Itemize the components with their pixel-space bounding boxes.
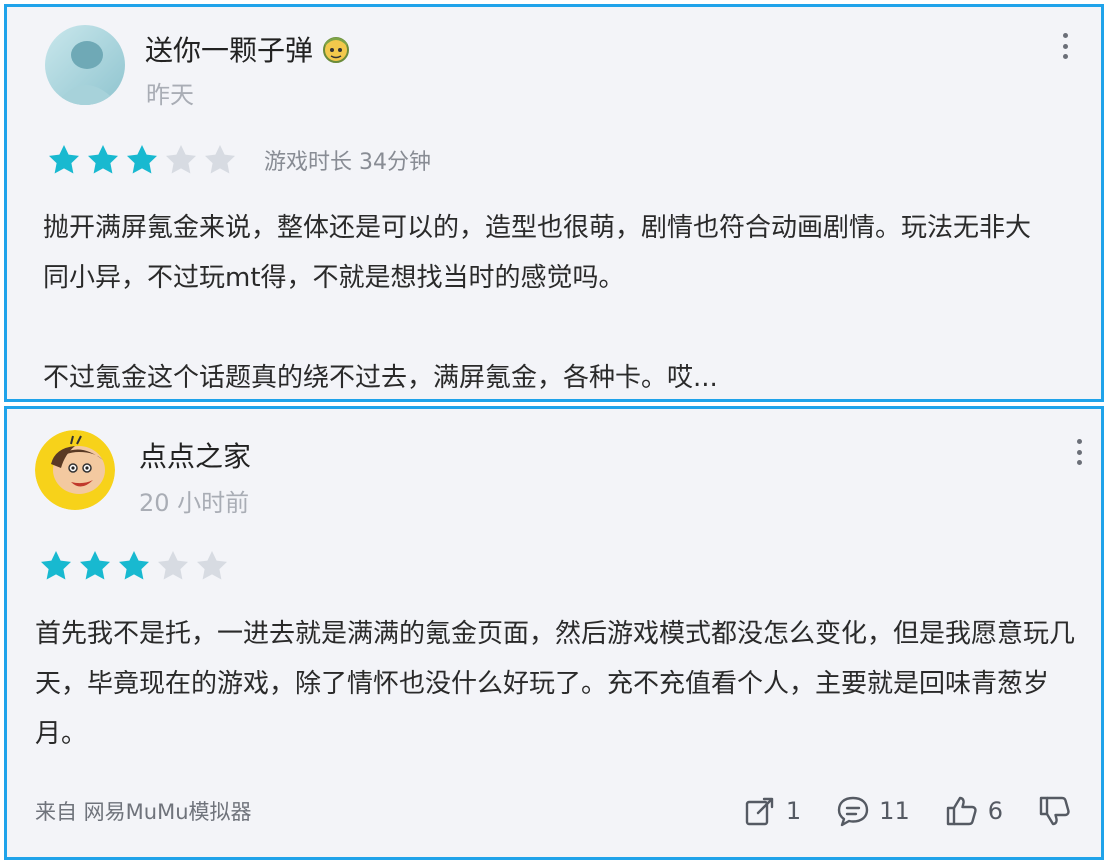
- thumbs-down-icon: [1039, 796, 1070, 826]
- post-time: 20 小时前: [139, 489, 250, 517]
- comment-icon: [837, 796, 869, 827]
- star-empty-icon: [205, 145, 235, 174]
- more-options-icon[interactable]: [1059, 33, 1071, 59]
- star-filled-icon: [88, 145, 118, 174]
- like-button[interactable]: 6: [944, 793, 1003, 829]
- source-label: 来自 网易MuMu模拟器: [35, 800, 252, 824]
- dislike-button[interactable]: [1037, 793, 1081, 829]
- review-paragraph: 不过氪金这个话题真的绕不过去，满屏氪金，各种卡。哎...: [43, 363, 718, 393]
- username-text: 点点之家: [139, 440, 252, 473]
- star-empty-icon: [197, 551, 227, 580]
- comment-count: 11: [879, 797, 910, 825]
- review-paragraph: 首先我不是托，一进去就是满满的氪金页面，然后游戏模式都没怎么变化，但是我愿意玩几…: [35, 619, 1076, 749]
- playtime: 游戏时长 34分钟: [264, 150, 431, 175]
- review-footer: 来自 网易MuMu模拟器 1 11 6: [35, 789, 1081, 833]
- rating: [39, 549, 234, 583]
- star-rating: [47, 143, 242, 177]
- review-card: 送你一颗子弹 昨天 游戏时长 34分钟 抛开满屏氪金来说，整体还是可以的，造型也…: [4, 4, 1104, 402]
- review-paragraph: 抛开满屏氪金来说，整体还是可以的，造型也很萌，剧情也符合动画剧情。玩法无非大同小…: [43, 213, 1032, 293]
- more-options-icon[interactable]: [1073, 439, 1085, 465]
- like-count: 6: [987, 797, 1003, 825]
- star-filled-icon: [80, 551, 110, 580]
- share-icon: [745, 797, 774, 826]
- share-button[interactable]: 1: [742, 793, 801, 829]
- thumbs-up-icon: [946, 796, 977, 826]
- star-filled-icon: [119, 551, 149, 580]
- username[interactable]: 点点之家: [139, 435, 251, 475]
- rating: 游戏时长 34分钟: [47, 143, 431, 177]
- star-empty-icon: [158, 551, 188, 580]
- star-filled-icon: [127, 145, 157, 174]
- username[interactable]: 送你一颗子弹: [145, 29, 351, 69]
- star-filled-icon: [41, 551, 71, 580]
- review-text: 首先我不是托，一进去就是满满的氪金页面，然后游戏模式都没怎么变化，但是我愿意玩几…: [35, 609, 1085, 759]
- star-empty-icon: [166, 145, 196, 174]
- star-rating: [39, 549, 234, 583]
- share-count: 1: [785, 797, 802, 825]
- star-filled-icon: [49, 145, 79, 174]
- avatar[interactable]: [45, 25, 125, 105]
- review-text: 抛开满屏氪金来说，整体还是可以的，造型也很萌，剧情也符合动画剧情。玩法无非大同小…: [43, 203, 1043, 399]
- username-text: 送你一颗子弹: [145, 34, 314, 67]
- review-card: 点点之家 20 小时前 首先我不是托，一进去就是满满的氪金页面，然后游戏模式都没…: [4, 406, 1104, 860]
- emoji-icon: [323, 37, 350, 63]
- comment-button[interactable]: 11: [835, 793, 910, 829]
- avatar[interactable]: [35, 430, 115, 510]
- post-time: 昨天: [146, 81, 194, 109]
